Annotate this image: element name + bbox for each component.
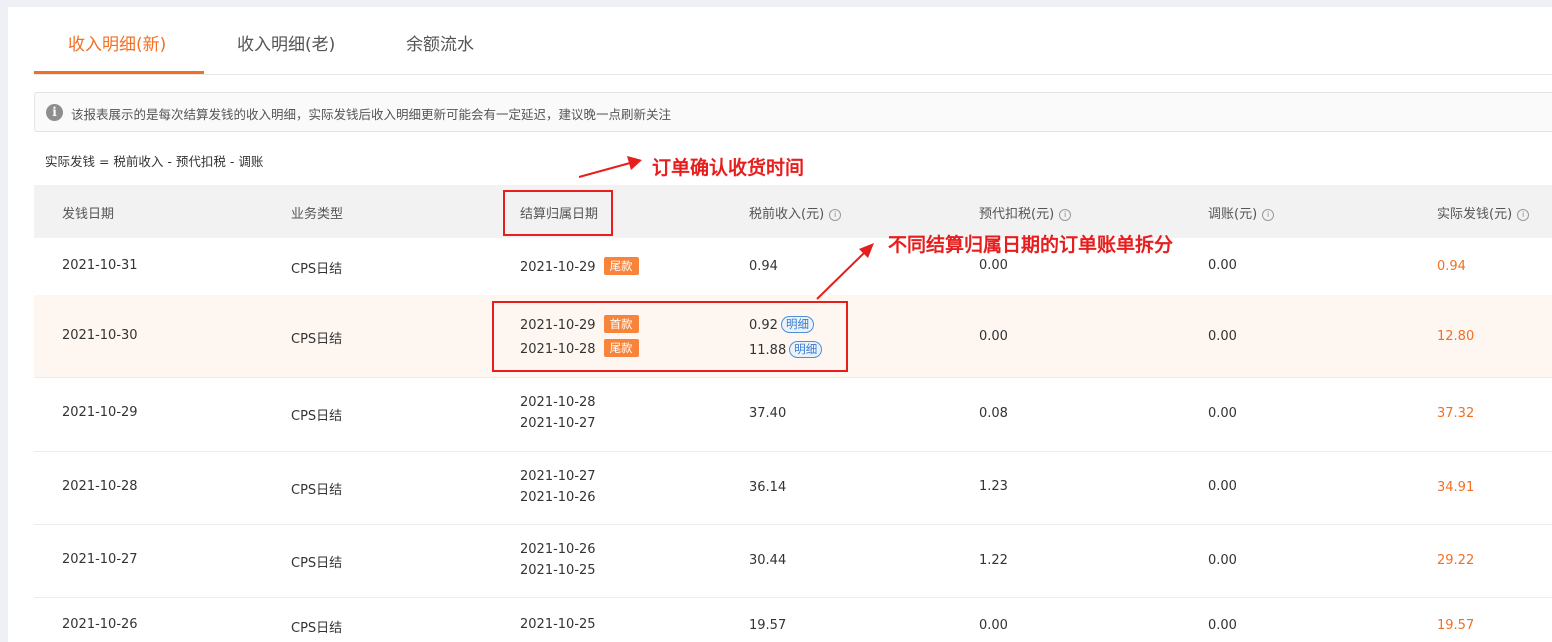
adjust: 0.00 <box>1208 618 1237 633</box>
help-icon[interactable]: i <box>1517 209 1530 221</box>
tab-income-new[interactable]: 收入明细(新) <box>68 30 166 55</box>
settle-date: 2021-10-28 <box>520 395 596 410</box>
business-type: CPS日结 <box>291 556 343 571</box>
settle-tag: 尾款 <box>603 257 639 275</box>
help-icon[interactable]: i <box>1262 209 1275 221</box>
actual-payout: 19.57 <box>1437 618 1475 633</box>
tax: 1.22 <box>979 553 1008 568</box>
actual-payout: 0.94 <box>1437 259 1466 274</box>
actual-payout: 34.91 <box>1437 480 1475 495</box>
header-actual: 实际发钱(元) i <box>1437 203 1530 222</box>
header-pretax: 税前收入(元) i <box>749 203 842 222</box>
settle-date: 2021-10-26 <box>520 542 596 557</box>
business-type: CPS日结 <box>291 332 343 347</box>
table-row: 2021-10-27 CPS日结 2021-10-26 2021-10-25 3… <box>34 524 1552 598</box>
business-type: CPS日结 <box>291 262 343 277</box>
tax: 0.00 <box>979 329 1008 344</box>
help-icon[interactable]: i <box>1059 209 1072 221</box>
actual-payout: 12.80 <box>1437 329 1475 344</box>
settle-date: 2021-10-27 <box>520 469 596 484</box>
settle-date: 2021-10-25 <box>520 563 596 578</box>
adjust: 0.00 <box>1208 406 1237 421</box>
settle-date: 2021-10-29 尾款 <box>520 257 639 275</box>
table-row: 2021-10-26 CPS日结 2021-10-25 19.57 0.00 0… <box>34 597 1552 642</box>
annotation-confirm-time: 订单确认收货时间 <box>652 157 805 179</box>
tax: 0.00 <box>979 618 1008 633</box>
table-row: 2021-10-28 CPS日结 2021-10-27 2021-10-26 3… <box>34 451 1552 525</box>
table-header: 发钱日期 业务类型 结算归属日期 税前收入(元) i 预代扣税(元) i 调账(元)… <box>34 185 1552 238</box>
business-type: CPS日结 <box>291 621 343 636</box>
notice-bar: i 该报表展示的是每次结算发钱的收入明细，实际发钱后收入明细更新可能会有一定延迟… <box>34 92 1552 132</box>
pretax-income: 36.14 <box>749 480 787 495</box>
business-type: CPS日结 <box>291 409 343 424</box>
tax: 0.08 <box>979 406 1008 421</box>
annotation-box-split <box>492 301 848 372</box>
adjust: 0.00 <box>1208 329 1237 344</box>
tab-balance-flow[interactable]: 余额流水 <box>406 30 474 55</box>
pretax-income: 37.40 <box>749 406 787 421</box>
info-icon: i <box>46 104 63 121</box>
pay-date: 2021-10-26 <box>62 617 138 632</box>
annotation-box-settle-header <box>503 190 613 236</box>
adjust: 0.00 <box>1208 258 1237 273</box>
adjust: 0.00 <box>1208 553 1237 568</box>
table-row: 2021-10-29 CPS日结 2021-10-28 2021-10-27 3… <box>34 377 1552 452</box>
help-icon[interactable]: i <box>829 209 842 221</box>
settle-date: 2021-10-27 <box>520 416 596 431</box>
pretax-income: 0.94 <box>749 259 778 274</box>
pretax-income: 19.57 <box>749 618 787 633</box>
notice-text: 该报表展示的是每次结算发钱的收入明细，实际发钱后收入明细更新可能会有一定延迟，建… <box>71 107 672 122</box>
tab-bar: 收入明细(新) 收入明细(老) 余额流水 <box>34 7 1552 75</box>
header-tax: 预代扣税(元) i <box>979 203 1072 222</box>
pay-date: 2021-10-27 <box>62 552 138 567</box>
formula-text: 实际发钱 = 税前收入 - 预代扣税 - 调账 <box>45 154 264 169</box>
settle-date: 2021-10-25 <box>520 617 596 632</box>
pay-date: 2021-10-28 <box>62 479 138 494</box>
annotation-split: 不同结算归属日期的订单账单拆分 <box>888 234 1174 256</box>
actual-payout: 37.32 <box>1437 406 1475 421</box>
header-pay-date: 发钱日期 <box>62 207 115 222</box>
table-row: 2021-10-31 CPS日结 2021-10-29 尾款 0.94 0.00 … <box>34 238 1552 296</box>
settle-date: 2021-10-26 <box>520 490 596 505</box>
tax: 0.00 <box>979 258 1008 273</box>
pay-date: 2021-10-30 <box>62 328 138 343</box>
active-tab-indicator <box>34 71 204 74</box>
pay-date: 2021-10-31 <box>62 258 138 273</box>
pay-date: 2021-10-29 <box>62 405 138 420</box>
adjust: 0.00 <box>1208 479 1237 494</box>
tab-income-old[interactable]: 收入明细(老) <box>237 30 335 55</box>
business-type: CPS日结 <box>291 483 343 498</box>
header-business-type: 业务类型 <box>291 207 344 222</box>
pretax-income: 30.44 <box>749 553 787 568</box>
actual-payout: 29.22 <box>1437 553 1475 568</box>
tax: 1.23 <box>979 479 1008 494</box>
header-adjust: 调账(元) i <box>1208 203 1275 222</box>
